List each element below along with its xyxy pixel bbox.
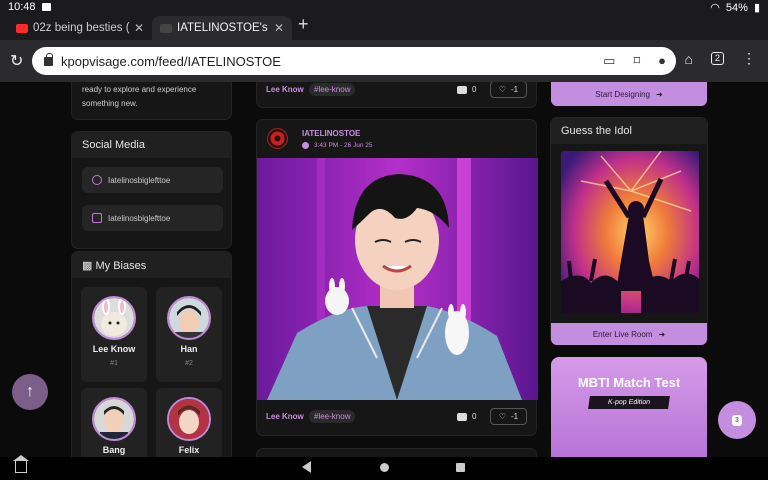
menu-icon[interactable]: ⋮ bbox=[742, 50, 756, 67]
post-image[interactable] bbox=[257, 158, 538, 400]
site-favicon-icon bbox=[160, 23, 172, 33]
social-media-title: Social Media bbox=[72, 132, 231, 158]
wifi-icon: ◠ bbox=[710, 2, 720, 14]
my-biases-card: ▩ My Biases Lee Know #1 Han #2 Bang Feli… bbox=[71, 251, 232, 457]
tab-strip: 02z being besties (ene ✕ IATELINOSTOE's … bbox=[0, 14, 768, 40]
social-link-pinterest[interactable]: Iatelinosbiglefttoe bbox=[82, 167, 223, 193]
author-avatar[interactable] bbox=[267, 128, 288, 149]
reload-icon[interactable]: ↻ bbox=[10, 51, 23, 71]
tab-title: IATELINOSTOE's Feed bbox=[177, 22, 270, 34]
battery-level: 54% bbox=[725, 1, 748, 14]
back-icon[interactable] bbox=[302, 461, 311, 473]
arrow-up-icon: ↑ bbox=[26, 383, 34, 400]
clock: 10:48 bbox=[8, 1, 36, 13]
guess-idol-title: Guess the Idol bbox=[551, 118, 707, 144]
post-tag-bias[interactable]: Lee Know bbox=[266, 85, 304, 94]
system-navigation-bar bbox=[0, 455, 768, 480]
social-media-card: Social Media Iatelinosbiglefttoe Iatelin… bbox=[71, 131, 232, 249]
biases-title: ▩ My Biases bbox=[72, 252, 231, 278]
chat-count-badge: 3 bbox=[732, 414, 742, 426]
cast-icon[interactable]: ▭ bbox=[603, 53, 615, 69]
post-card-previous: Lee Know #lee-know 0 ♡ -1 bbox=[256, 82, 537, 108]
bias-card-bang[interactable]: Bang bbox=[81, 388, 147, 457]
scroll-to-top-button[interactable]: ↑ bbox=[12, 374, 48, 410]
post-tag-hashtag[interactable]: #lee-know bbox=[309, 410, 356, 423]
social-link-tiktok[interactable]: Iatelinosbiglefttoe bbox=[82, 205, 223, 231]
biases-icon: ▩ bbox=[82, 260, 93, 272]
bias-card-han[interactable]: Han #2 bbox=[156, 287, 222, 382]
bias-rank: #1 bbox=[110, 360, 118, 367]
mbti-title: MBTI Match Test bbox=[577, 375, 681, 390]
avatar bbox=[167, 296, 211, 340]
address-bar[interactable]: kpopvisage.com/feed/IATELINOSTOE ▭ ⌑ ● bbox=[32, 47, 676, 75]
post-tag-hashtag[interactable]: #lee-know bbox=[309, 83, 356, 96]
mbti-test-card[interactable]: MBTI Match Test K-pop Edition bbox=[551, 357, 707, 457]
tab-count-icon[interactable]: 2 bbox=[710, 52, 724, 65]
about-card: ready to explore and experience somethin… bbox=[71, 82, 232, 120]
arrow-right-icon: ➜ bbox=[656, 89, 663, 99]
social-handle: Iatelinosbiglefttoe bbox=[108, 175, 171, 185]
home-icon[interactable]: ⌂ bbox=[685, 51, 693, 67]
close-tab-icon[interactable]: ✕ bbox=[134, 21, 144, 35]
post-tag-bias[interactable]: Lee Know bbox=[266, 412, 304, 421]
bias-name: Lee Know bbox=[92, 344, 136, 354]
heart-icon: ♡ bbox=[498, 85, 507, 94]
new-tab-button[interactable]: + bbox=[298, 14, 309, 35]
bias-rank: #2 bbox=[185, 360, 193, 367]
system-status-bar: 10:48 ◠ 54% ▮ bbox=[0, 0, 768, 14]
bias-card-lee-know[interactable]: Lee Know #1 bbox=[81, 287, 147, 382]
mbti-subtitle: K-pop Edition bbox=[588, 396, 670, 409]
guess-idol-card: Guess the Idol Enter Live Room ➜ bbox=[550, 117, 708, 345]
about-text: ready to explore and experience somethin… bbox=[82, 85, 197, 108]
start-designing-button[interactable]: Start Designing ➜ bbox=[551, 82, 707, 106]
battery-icon: ▮ bbox=[753, 2, 760, 14]
recents-icon[interactable] bbox=[456, 463, 465, 472]
arrow-right-icon: ➜ bbox=[658, 329, 666, 339]
comment-icon bbox=[457, 412, 467, 421]
microphone-icon[interactable]: ● bbox=[658, 53, 666, 69]
post-time: 3:43 PM - 26 Jun 25 bbox=[302, 142, 373, 149]
bias-name: Han bbox=[180, 344, 198, 354]
pinterest-icon bbox=[92, 175, 102, 185]
image-notification-icon bbox=[42, 3, 51, 11]
avatar bbox=[92, 397, 136, 441]
tab-youtube[interactable]: 02z being besties (ene ✕ bbox=[8, 16, 152, 40]
bias-name: Bang bbox=[102, 445, 126, 455]
youtube-favicon-icon bbox=[16, 23, 28, 33]
heart-icon: ♡ bbox=[498, 412, 507, 421]
avatar bbox=[92, 296, 136, 340]
post-author[interactable]: IATELINOSTOE bbox=[302, 129, 360, 138]
home-circle-icon[interactable] bbox=[380, 463, 389, 472]
taskbar-home-icon[interactable] bbox=[13, 455, 29, 473]
like-button[interactable]: ♡ -1 bbox=[490, 82, 527, 98]
bias-name: Felix bbox=[178, 445, 200, 455]
post-card: IATELINOSTOE 3:43 PM - 26 Jun 25 Lee Kno… bbox=[256, 119, 538, 436]
tab-feed[interactable]: IATELINOSTOE's Feed ✕ bbox=[152, 16, 292, 40]
close-tab-icon[interactable]: ✕ bbox=[274, 21, 284, 35]
avatar bbox=[167, 397, 211, 441]
bookmark-icon[interactable]: ⌑ bbox=[633, 53, 640, 69]
like-button[interactable]: ♡ -1 bbox=[490, 408, 527, 425]
comment-count[interactable]: 0 bbox=[457, 412, 476, 421]
social-handle: Iatelinosbiglefttoe bbox=[108, 213, 171, 223]
concert-illustration bbox=[561, 151, 699, 313]
comment-icon bbox=[457, 85, 467, 94]
chat-button[interactable]: 3 bbox=[718, 401, 756, 439]
enter-live-room-button[interactable]: Enter Live Room ➜ bbox=[551, 323, 707, 345]
tiktok-icon bbox=[92, 213, 102, 223]
tab-title: 02z being besties (ene bbox=[33, 22, 130, 34]
page-content: ready to explore and experience somethin… bbox=[0, 82, 768, 457]
lock-icon bbox=[44, 52, 53, 66]
comment-count[interactable]: 0 bbox=[457, 85, 476, 94]
clock-icon bbox=[302, 142, 309, 149]
url-text[interactable]: kpopvisage.com/feed/IATELINOSTOE bbox=[61, 54, 281, 69]
bias-card-felix[interactable]: Felix bbox=[156, 388, 222, 457]
post-card-next bbox=[256, 448, 537, 457]
